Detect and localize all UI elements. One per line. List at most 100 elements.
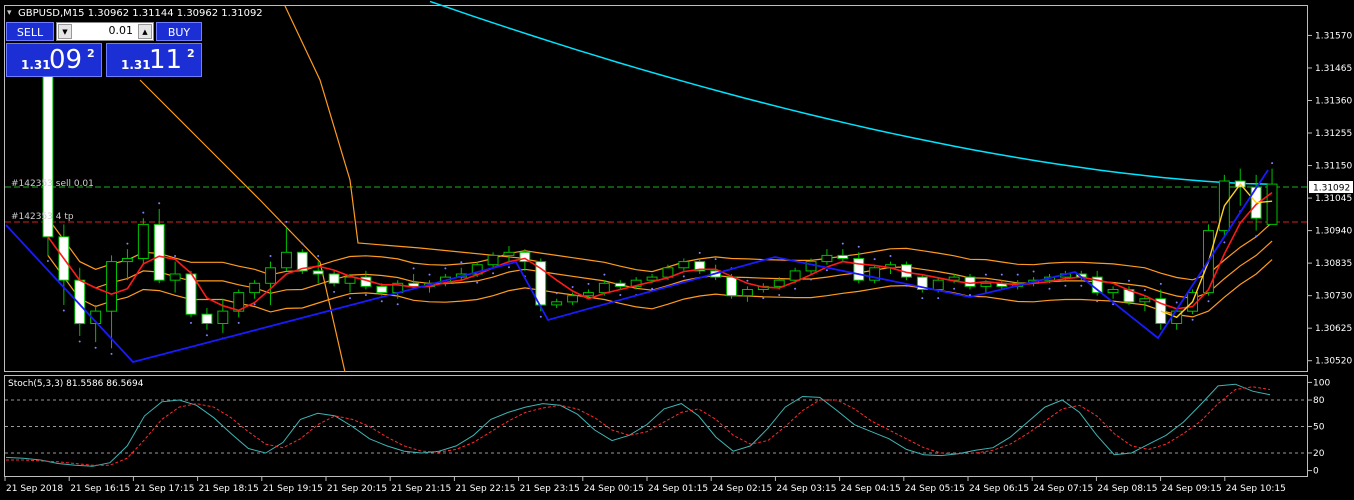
candle-body <box>503 251 515 256</box>
sar-dot <box>364 294 367 296</box>
sar-dot <box>237 321 240 324</box>
sar-dot <box>571 286 574 288</box>
sar-dot <box>476 281 479 284</box>
price-axis-label: 1.30835 <box>1315 259 1352 269</box>
candle-body <box>551 301 563 306</box>
buy-price-button[interactable]: 1.31 11 2 <box>106 43 202 77</box>
time-axis-label: 24 Sep 09:15 <box>1162 484 1222 494</box>
sar-dot <box>492 272 495 275</box>
candle-body <box>614 282 626 287</box>
sar-dot <box>587 282 590 285</box>
sar-dot <box>619 294 622 296</box>
price-axis-label: 1.31255 <box>1315 129 1352 139</box>
sar-dot <box>1064 284 1067 287</box>
time-axis-label: 24 Sep 02:15 <box>712 484 772 494</box>
candle-body <box>773 279 785 287</box>
candle-body <box>726 276 737 297</box>
time-axis-label: 21 Sep 2018 <box>6 484 63 494</box>
price-axis-label: 1.30520 <box>1315 357 1352 367</box>
sar-dot <box>746 279 749 282</box>
candle-body <box>106 261 117 312</box>
gbpusd-m15-chart[interactable]: 1.315701.314651.313601.312551.311501.310… <box>0 0 1354 500</box>
time-axis-label: 21 Sep 16:15 <box>70 484 130 494</box>
sell-price-prefix: 1.31 <box>21 58 51 72</box>
candle-body <box>328 273 340 284</box>
tp-order-label: #142353 4 tp <box>11 212 74 222</box>
sar-dot <box>984 273 987 276</box>
sar-dot <box>889 255 892 257</box>
sar-dot <box>825 269 828 272</box>
time-axis-label: 24 Sep 00:15 <box>584 484 644 494</box>
sar-dot <box>1000 273 1003 276</box>
sar-dot <box>1191 318 1194 321</box>
sar-dot <box>444 267 447 270</box>
sar-dot <box>1096 300 1099 303</box>
price-axis-label: 1.30940 <box>1315 227 1352 237</box>
stoch-axis-label: 0 <box>1313 467 1319 477</box>
sar-dot <box>412 267 415 270</box>
sell-button[interactable]: SELL <box>6 22 54 41</box>
sar-dot <box>110 352 113 355</box>
sar-dot <box>269 255 272 257</box>
sar-dot <box>539 315 542 318</box>
candle-body <box>646 276 658 281</box>
sar-dot <box>682 275 685 278</box>
candle-body <box>137 223 149 259</box>
price-axis-label: 1.31045 <box>1315 194 1352 204</box>
sar-dot <box>969 294 971 296</box>
candle-body <box>122 258 133 263</box>
price-axis-label: 1.30625 <box>1315 324 1352 334</box>
price-axis-label: 1.31570 <box>1315 31 1352 41</box>
sar-dot <box>428 273 431 276</box>
candle-body <box>980 282 992 287</box>
lot-size-input[interactable]: ▼ 0.01 ▲ <box>56 22 154 41</box>
sar-dot <box>94 346 97 349</box>
time-axis-label: 21 Sep 18:15 <box>199 484 259 494</box>
candle-body <box>265 267 277 284</box>
candle-body <box>1139 298 1151 303</box>
sar-dot <box>921 297 924 300</box>
sar-dot <box>205 334 208 337</box>
time-axis-label: 24 Sep 07:15 <box>1033 484 1093 494</box>
sar-dot <box>714 258 717 261</box>
sell-price-button[interactable]: 1.31 09 2 <box>6 43 102 77</box>
sar-dot <box>46 260 49 262</box>
sar-dot <box>555 292 558 295</box>
sar-dot <box>1143 289 1146 292</box>
sell-price-pips: 09 <box>49 45 83 75</box>
sar-dot <box>285 220 288 223</box>
lot-decrease-icon[interactable]: ▼ <box>58 24 72 39</box>
buy-button[interactable]: BUY <box>156 22 202 41</box>
sar-dot <box>1016 273 1019 276</box>
sar-dot <box>333 290 336 293</box>
time-axis-label: 21 Sep 23:15 <box>520 484 580 494</box>
sar-dot <box>158 202 161 205</box>
sar-dot <box>508 266 510 269</box>
candle-body <box>583 292 594 297</box>
candle-body <box>1107 289 1119 294</box>
lot-increase-icon[interactable]: ▲ <box>138 24 152 39</box>
sar-dot <box>603 273 606 276</box>
time-axis-label: 21 Sep 22:15 <box>455 484 515 494</box>
candle-body <box>312 270 324 275</box>
sar-dot <box>380 300 383 303</box>
stoch-axis-label: 80 <box>1313 396 1325 406</box>
candle-body <box>789 270 801 281</box>
buy-price-pips: 11 <box>149 45 183 75</box>
sell-price-fraction: 2 <box>87 47 95 60</box>
sar-dot <box>794 287 797 290</box>
sar-dot <box>1080 284 1083 287</box>
time-axis-label: 24 Sep 08:15 <box>1097 484 1157 494</box>
sar-dot <box>873 258 876 261</box>
sar-dot <box>174 255 177 257</box>
buy-price-prefix: 1.31 <box>121 58 151 72</box>
sar-dot <box>349 297 351 300</box>
window-title-icon: ▾ <box>7 8 12 18</box>
time-axis-label: 21 Sep 20:15 <box>327 484 387 494</box>
time-axis-label: 24 Sep 01:15 <box>648 484 708 494</box>
sar-dot <box>142 211 145 214</box>
sar-dot <box>460 261 463 264</box>
sar-dot <box>1032 270 1035 273</box>
candle-body <box>344 276 356 284</box>
sar-dot <box>126 242 129 245</box>
